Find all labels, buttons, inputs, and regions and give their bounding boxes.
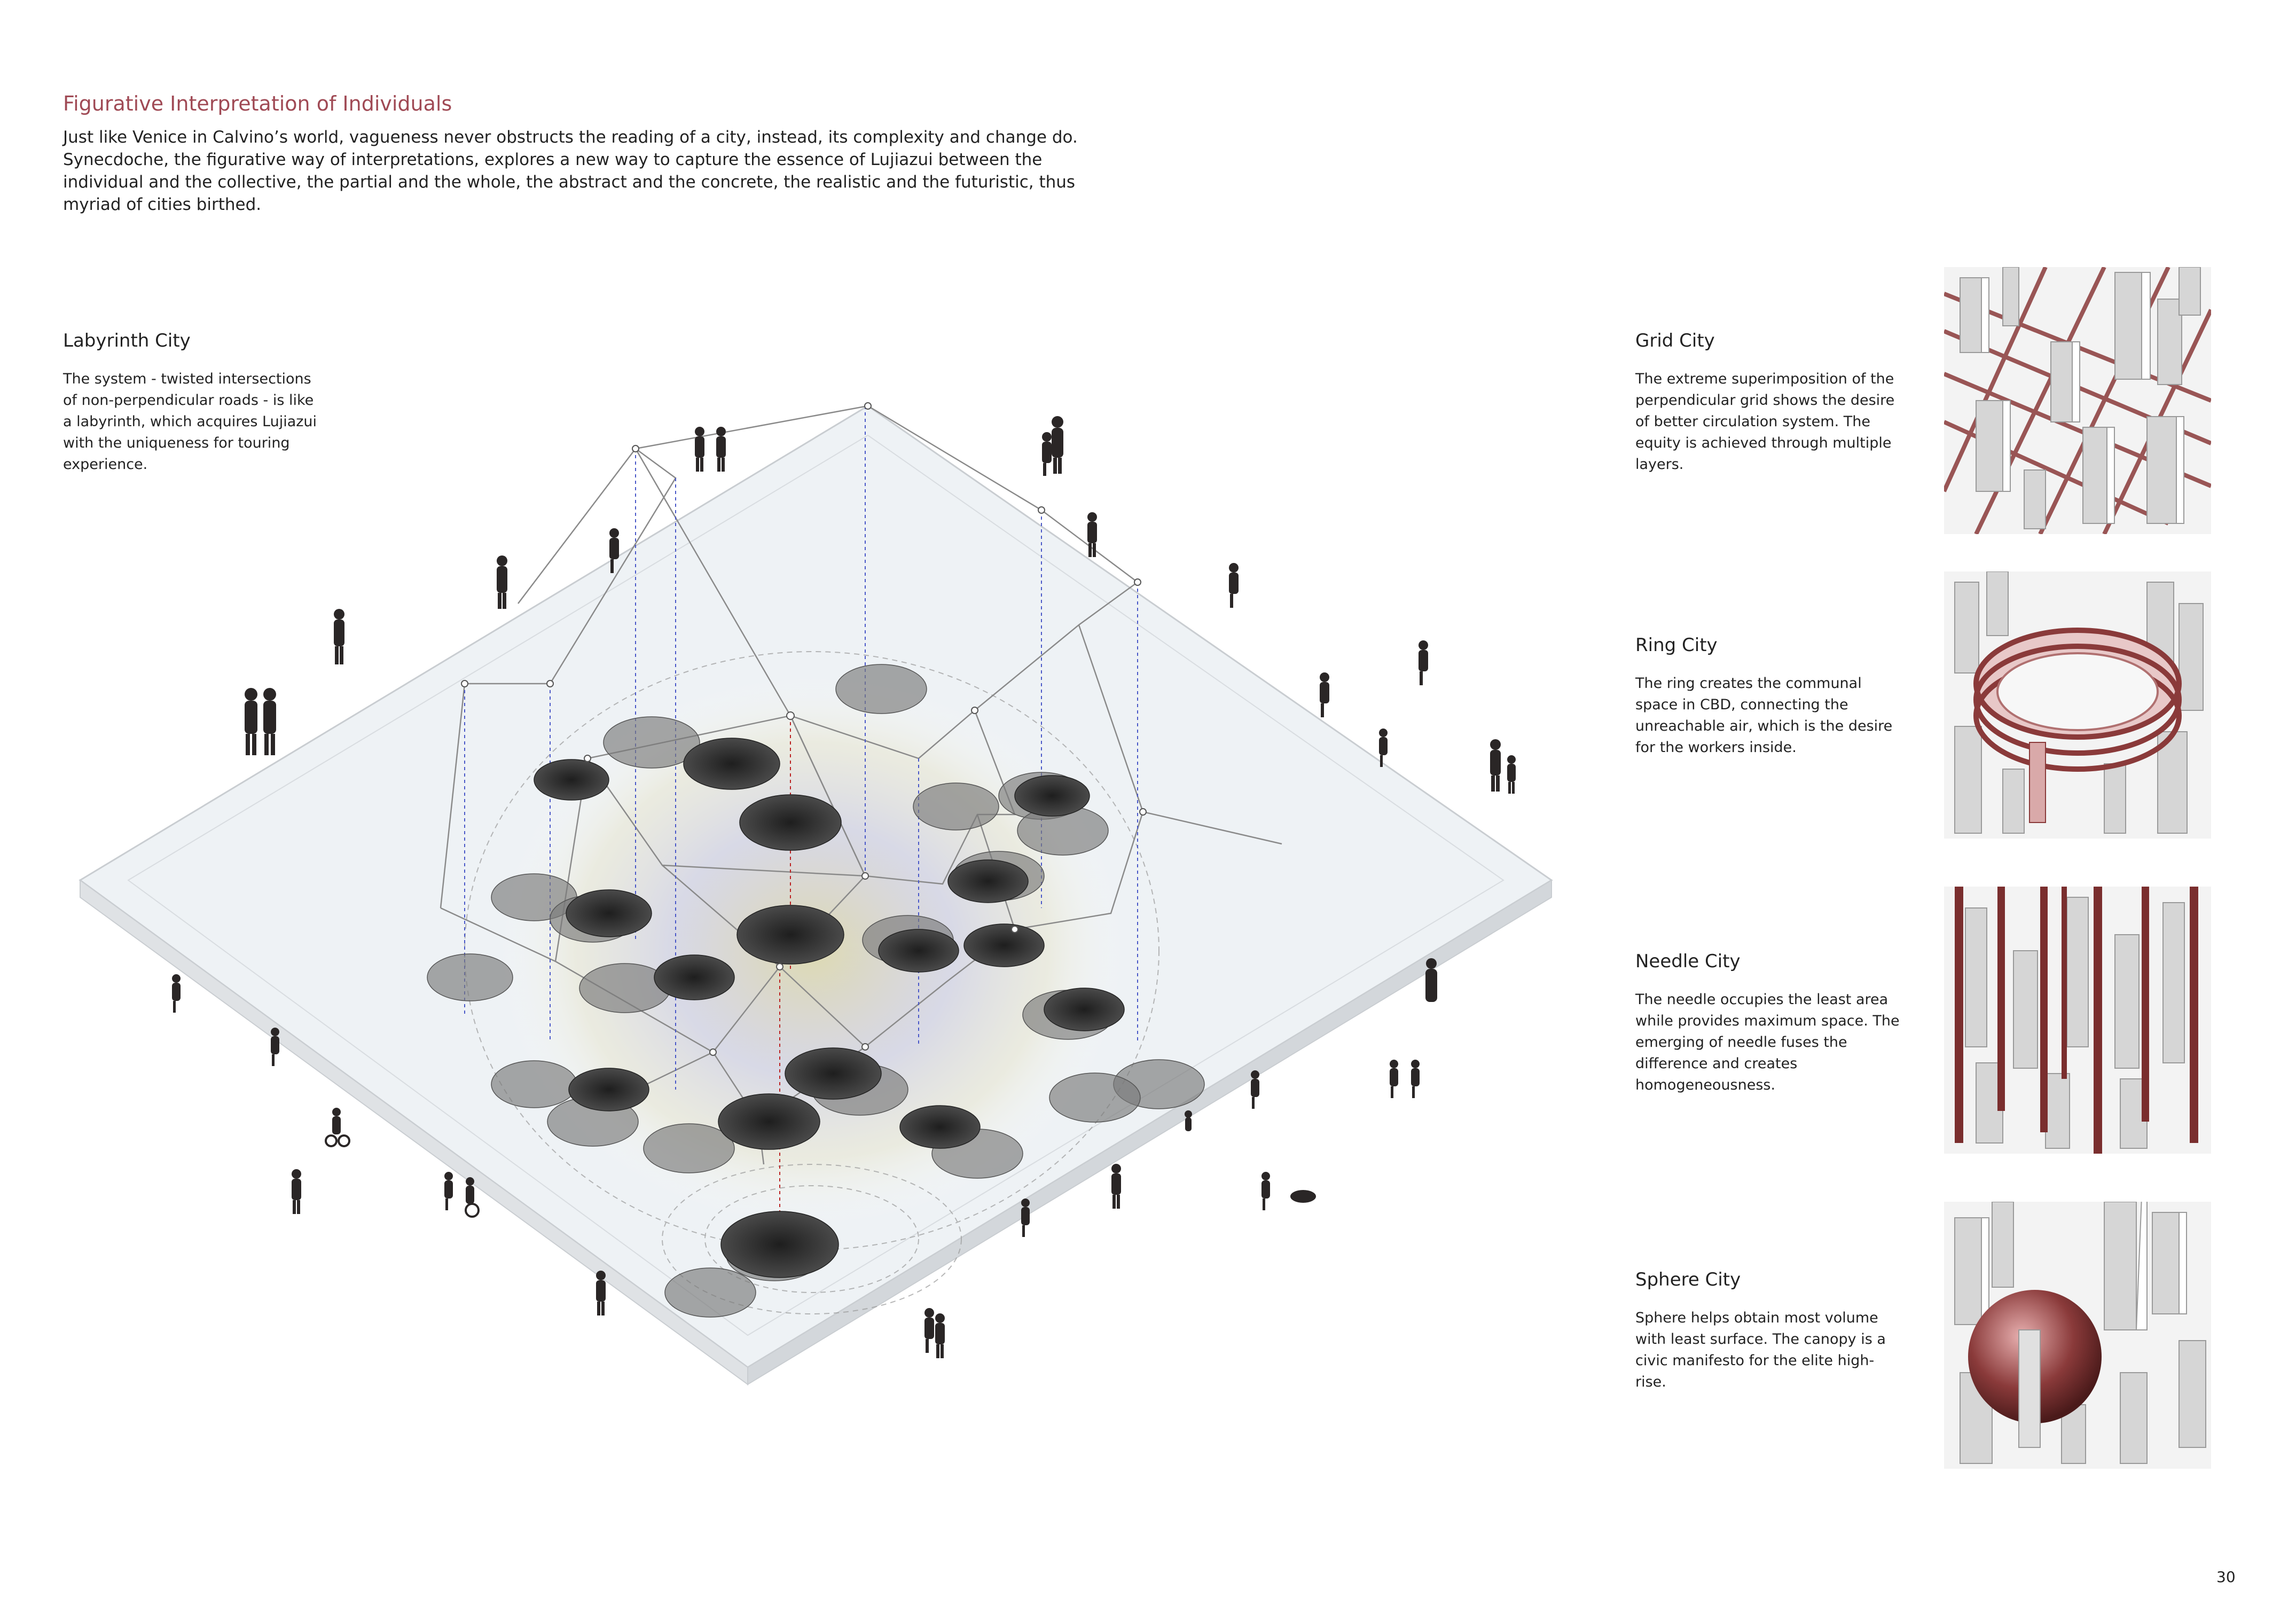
ring-city-image xyxy=(1944,571,2211,839)
needle-city-title: Needle City xyxy=(1635,951,1741,972)
grid-city-image xyxy=(1944,267,2211,534)
sphere-city-description: Sphere helps obtain most volume with lea… xyxy=(1635,1310,1886,1390)
page-number: 30 xyxy=(2216,1568,2236,1586)
sphere-city-image xyxy=(1944,1202,2211,1469)
grid-city-title: Grid City xyxy=(1635,330,1715,351)
needle-city-description: The needle occupies the least area while… xyxy=(1635,991,1900,1093)
needle-city-image xyxy=(1944,887,2211,1154)
sphere-city-title: Sphere City xyxy=(1635,1269,1741,1290)
ring-city-description: The ring creates the communal space in C… xyxy=(1635,675,1893,756)
grid-city-description: The extreme superimposition of the perpe… xyxy=(1635,371,1895,473)
ring-city-title: Ring City xyxy=(1635,635,1718,656)
